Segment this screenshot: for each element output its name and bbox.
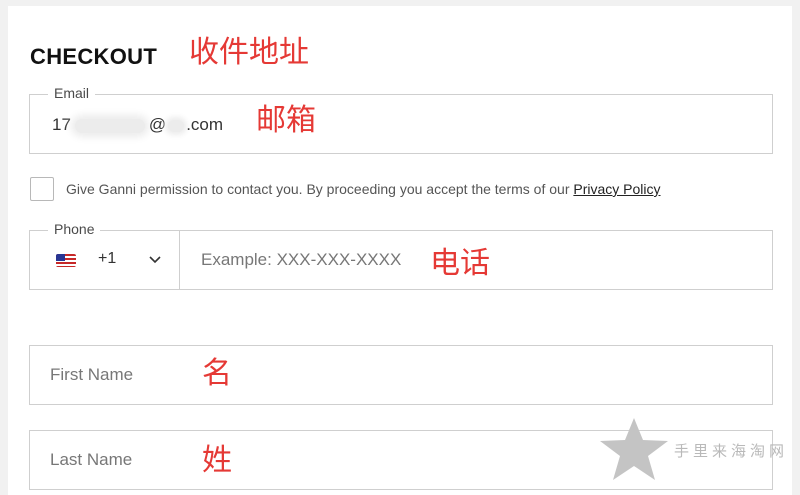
annotation-email: 邮箱 (256, 103, 316, 138)
email-value-at: @ (148, 115, 167, 134)
annotation-last-name: 姓 (202, 443, 232, 478)
first-name-input[interactable]: First Name (50, 365, 133, 385)
email-value-suffix: .com (186, 115, 224, 134)
first-name-field[interactable]: First Name (29, 345, 773, 405)
consent-row: Give Ganni permission to contact you. By… (30, 177, 770, 203)
country-code-select[interactable]: +1 (30, 231, 180, 289)
consent-message: Give Ganni permission to contact you. By… (66, 181, 574, 197)
email-field[interactable]: Email 17 @ .com (29, 85, 773, 154)
phone-field: Phone +1 Example: XXX-XXX-XXXX (29, 221, 773, 290)
annotation-shipping-address: 收件地址 (189, 35, 309, 70)
consent-checkbox[interactable] (30, 177, 54, 201)
redacted-blur (74, 118, 145, 133)
email-label: Email (48, 85, 96, 101)
annotation-phone: 电话 (430, 246, 490, 281)
watermark-text: 手里来海淘网 (674, 442, 789, 460)
consent-text: Give Ganni permission to contact you. By… (66, 181, 661, 197)
watermark: 手里来海淘网 (596, 416, 796, 486)
last-name-input[interactable]: Last Name (50, 450, 132, 470)
email-value[interactable]: 17 @ .com (52, 115, 223, 135)
email-value-prefix: 17 (52, 115, 71, 134)
star-icon (600, 418, 668, 480)
page-title: CHECKOUT (30, 44, 158, 69)
country-code-value: +1 (98, 250, 117, 267)
annotation-first-name: 名 (202, 356, 232, 391)
privacy-policy-link[interactable]: Privacy Policy (573, 181, 660, 197)
phone-input[interactable]: Example: XXX-XXX-XXXX (201, 250, 401, 270)
redacted-blur (168, 119, 185, 132)
chevron-down-icon (149, 256, 161, 264)
us-flag-icon (56, 254, 76, 267)
